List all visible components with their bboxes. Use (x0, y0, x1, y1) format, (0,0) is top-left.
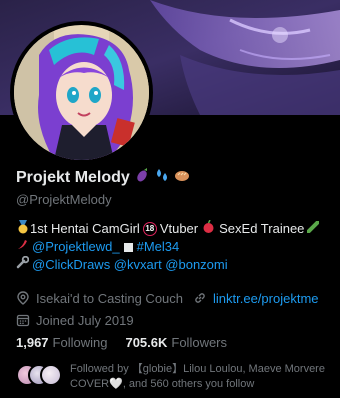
profile-avatar[interactable] (10, 21, 153, 164)
followers-stat[interactable]: 705.6K Followers (125, 335, 227, 350)
bio-line-3: @ClickDraws @kvxart @bonzomi (16, 255, 319, 274)
following-label: Following (52, 335, 108, 350)
follower-avatars (16, 362, 68, 390)
profile-bio: 1st Hentai CamGirl 18 Vtuber SexEd Train… (16, 219, 321, 274)
artist-links[interactable]: @ClickDraws @kvxart @bonzomi (32, 256, 228, 274)
bio-text-camgirl: 1st Hentai CamGirl (30, 221, 140, 236)
projektlewd-link[interactable]: @Projektlewd_ (32, 238, 120, 256)
mel34-hashtag-link[interactable]: #Mel34 (137, 238, 180, 256)
display-name: Projekt Melody (16, 168, 130, 186)
meta-row-2: Joined July 2019 (16, 309, 319, 331)
sweat-droplets-icon (154, 167, 170, 188)
followed-by-line-2: COVER🤍, and 560 others you follow (70, 378, 255, 390)
following-count: 1,967 (16, 335, 49, 350)
follower-avatar-3 (40, 364, 62, 386)
following-stat[interactable]: 1,967 Following (16, 335, 107, 350)
profile-handle: @ProjektMelody (16, 192, 112, 207)
bread-icon (174, 167, 190, 188)
bio-line-2: @Projektlewd_ #Mel34 (16, 238, 319, 256)
link-icon (193, 291, 207, 305)
bio-text-sexed: SexEd Trainee (219, 221, 305, 236)
no-under-18-icon: 18 (142, 222, 157, 236)
profile-name-row: Projekt Melody (16, 167, 190, 188)
calendar-icon (16, 313, 30, 327)
wrench-icon (16, 255, 30, 274)
bio-text-vtuber: Vtuber (159, 221, 199, 236)
medal-icon (16, 219, 30, 239)
joined-date: Joined July 2019 (36, 312, 134, 328)
bio-line-1: 1st Hentai CamGirl 18 Vtuber SexEd Train… (16, 219, 321, 239)
location-text: Isekai'd to Casting Couch (36, 290, 184, 306)
followed-by[interactable]: Followed by 【globie】Lilou Loulou, Maeve … (16, 362, 325, 392)
meta-row-1: Isekai'd to Casting Couch linktr.ee/proj… (16, 287, 319, 309)
eggplant-icon (134, 167, 150, 188)
followed-by-line-1: Followed by 【globie】Lilou Loulou, Maeve … (70, 363, 325, 375)
follow-stats: 1,967 Following 705.6K Followers (16, 335, 227, 350)
avatar-image (14, 25, 149, 160)
profile-meta: Isekai'd to Casting Couch linktr.ee/proj… (16, 287, 319, 331)
followers-count: 705.6K (125, 335, 168, 350)
white-square-icon (123, 242, 133, 252)
apple-icon (202, 219, 215, 238)
location-icon (16, 291, 30, 305)
followers-label: Followers (171, 335, 228, 350)
website-link[interactable]: linktr.ee/projektme (213, 291, 319, 306)
cucumber-icon (306, 220, 321, 238)
followed-by-text: Followed by 【globie】Lilou Loulou, Maeve … (70, 362, 325, 392)
hot-pepper-icon (16, 238, 29, 256)
